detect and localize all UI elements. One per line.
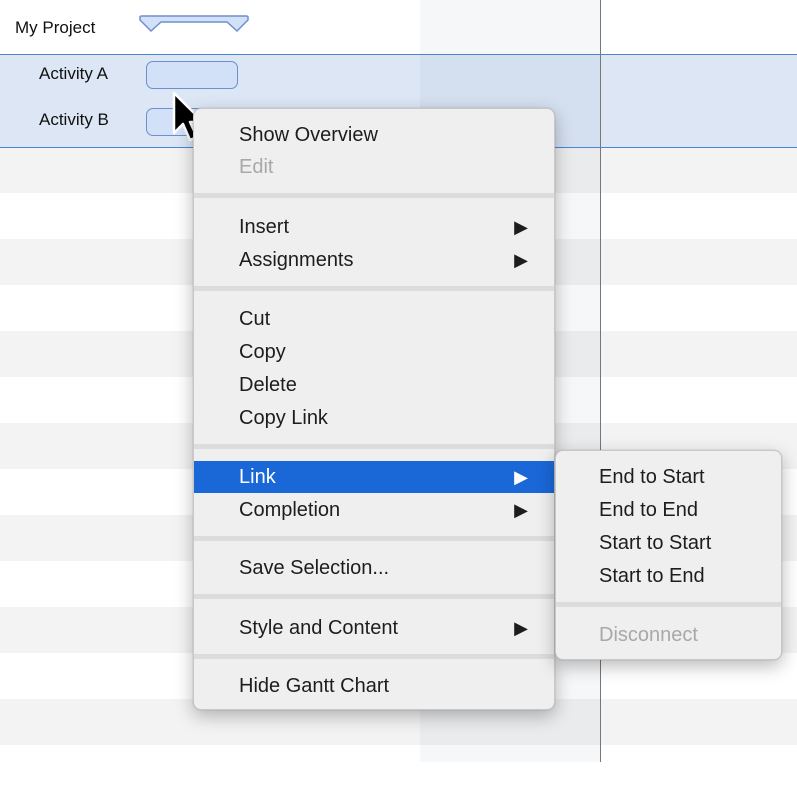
- selection-top-border: [0, 54, 797, 55]
- submenu-item-start-to-end[interactable]: Start to End: [556, 560, 781, 592]
- menu-item-delete[interactable]: Delete: [194, 369, 554, 401]
- menu-item-link[interactable]: Link ▶: [194, 461, 554, 493]
- context-menu: Show Overview Edit Insert ▶ Assignments ▶ …: [193, 108, 555, 710]
- submenu-item-disconnect: Disconnect: [599, 624, 698, 646]
- menu-separator: [194, 444, 554, 449]
- menu-item-insert[interactable]: Insert ▶: [194, 211, 554, 243]
- menu-separator: [194, 654, 554, 659]
- activity-a-bar[interactable]: [146, 61, 238, 89]
- menu-separator: [194, 536, 554, 541]
- row-label-activity-b[interactable]: Activity B: [39, 110, 109, 130]
- menu-item-copy-link[interactable]: Copy Link: [194, 402, 554, 434]
- submenu-item-end-to-end[interactable]: End to End: [556, 494, 781, 526]
- menu-item-show-overview[interactable]: Show Overview: [194, 119, 554, 151]
- menu-item-assignments[interactable]: Assignments ▶: [194, 244, 554, 276]
- submenu-arrow-icon: ▶: [514, 500, 528, 520]
- menu-item-completion[interactable]: Completion ▶: [194, 494, 554, 526]
- menu-item-style-and-content[interactable]: Style and Content ▶: [194, 612, 554, 644]
- menu-item-hide-gantt-chart[interactable]: Hide Gantt Chart: [194, 670, 554, 702]
- link-submenu: End to Start End to End Start to Start S…: [555, 450, 782, 660]
- menu-separator: [194, 286, 554, 291]
- row-label-activity-a[interactable]: Activity A: [39, 64, 108, 84]
- menu-item-cut[interactable]: Cut: [194, 303, 554, 335]
- menu-item-save-selection[interactable]: Save Selection...: [194, 552, 554, 584]
- menu-separator: [556, 602, 781, 607]
- row-label-project[interactable]: My Project: [15, 18, 95, 38]
- menu-item-copy[interactable]: Copy: [194, 336, 554, 368]
- gantt-row-project[interactable]: [0, 0, 797, 46]
- submenu-item-start-to-start[interactable]: Start to Start: [556, 527, 781, 559]
- submenu-arrow-icon: ▶: [514, 250, 528, 270]
- submenu-arrow-icon: ▶: [514, 467, 528, 487]
- gantt-row-empty: [0, 745, 797, 791]
- menu-separator: [194, 594, 554, 599]
- submenu-item-end-to-start[interactable]: End to Start: [556, 461, 781, 493]
- submenu-arrow-icon: ▶: [514, 618, 528, 638]
- submenu-arrow-icon: ▶: [514, 217, 528, 237]
- menu-separator: [194, 193, 554, 198]
- project-summary-bar[interactable]: [139, 15, 249, 33]
- menu-item-edit: Edit: [239, 156, 274, 178]
